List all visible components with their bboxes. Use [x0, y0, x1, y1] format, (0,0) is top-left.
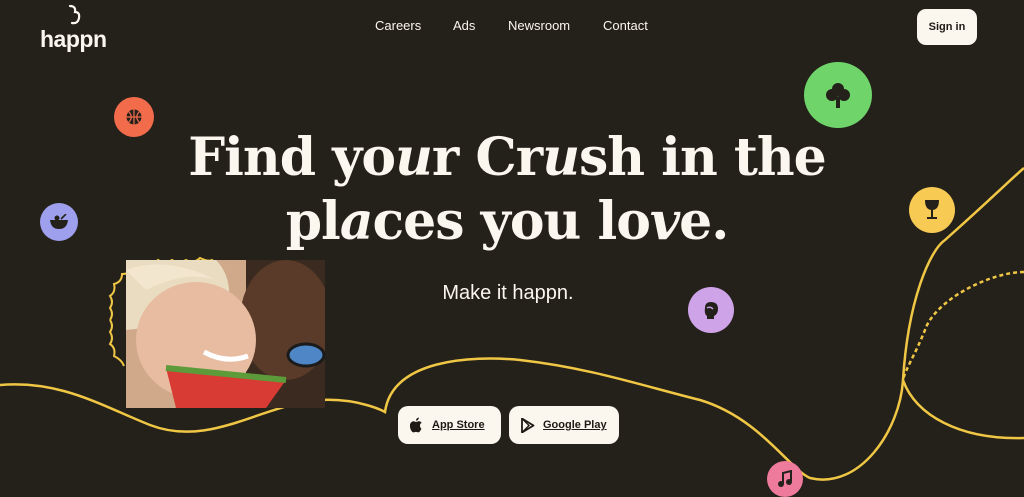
google-play-label: Google Play: [543, 419, 607, 431]
bowl-icon: [40, 203, 78, 241]
nav-contact[interactable]: Contact: [603, 18, 648, 33]
headline-part: Find yo: [188, 127, 396, 188]
headline-part: r Cr: [431, 127, 543, 188]
headline-part-italic: v: [649, 191, 680, 252]
google-play-icon: [521, 417, 535, 433]
sign-in-button[interactable]: Sign in: [917, 9, 977, 45]
headline-part: pl: [285, 191, 341, 252]
tree-icon: [804, 62, 872, 128]
main-nav: Careers Ads Newsroom Contact: [0, 18, 1024, 36]
nav-careers[interactable]: Careers: [375, 18, 421, 33]
headline-part: e.: [679, 191, 729, 252]
music-note-icon: [767, 461, 803, 497]
headline-part: ces you lo: [372, 191, 651, 252]
headline-part-italic: u: [542, 127, 580, 188]
google-play-button[interactable]: Google Play: [509, 406, 619, 444]
boxing-glove-icon: [688, 287, 734, 333]
basketball-icon: [114, 97, 154, 137]
wine-glass-icon: [909, 187, 955, 233]
app-store-button[interactable]: App Store: [398, 406, 501, 444]
app-store-label: App Store: [432, 419, 485, 431]
headline-part-italic: u: [395, 127, 433, 188]
headline-part: sh in the: [579, 127, 827, 188]
couple-eating-watermelon-photo: [126, 260, 325, 408]
nav-ads[interactable]: Ads: [453, 18, 475, 33]
nav-newsroom[interactable]: Newsroom: [508, 18, 570, 33]
hero-headline: Find your Crush in the places you love.: [0, 126, 1014, 254]
apple-icon: [410, 417, 422, 433]
headline-part-italic: a: [339, 191, 374, 252]
